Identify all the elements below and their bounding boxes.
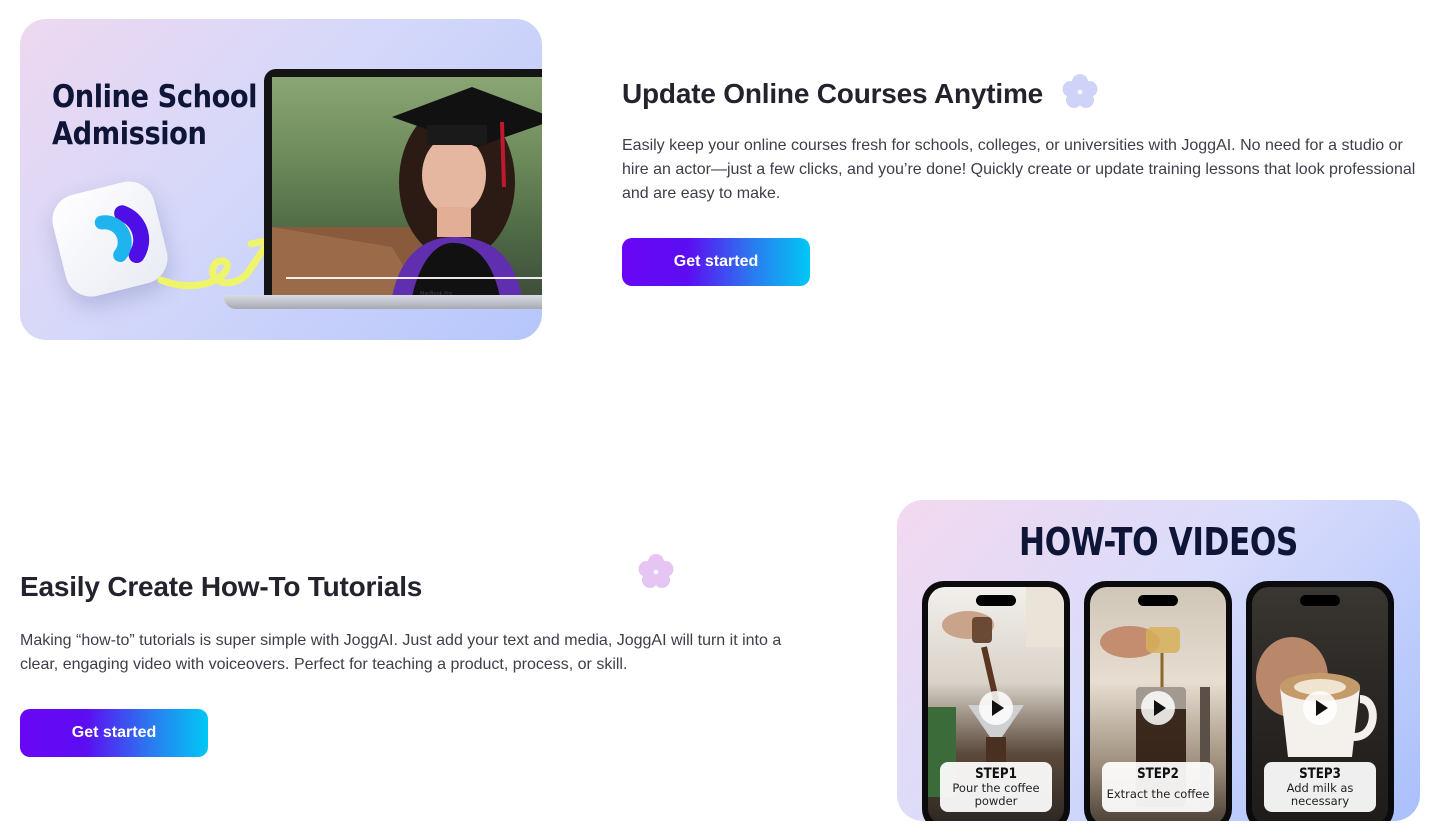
step-title: STEP2: [1137, 766, 1179, 782]
play-icon[interactable]: [1141, 691, 1175, 725]
laptop-brand-label: MacBook Pro: [420, 291, 453, 297]
play-icon[interactable]: [1303, 691, 1337, 725]
step-title: STEP3: [1299, 766, 1341, 782]
phone-notch: [1138, 595, 1178, 606]
phone-step-1: STEP1 Pour the coffee powder: [922, 581, 1070, 821]
section-heading: Update Online Courses Anytime: [622, 78, 1044, 109]
phone-step-2: STEP2 Extract the coffee: [1084, 581, 1232, 821]
phone-notch: [1300, 595, 1340, 606]
how-to-tutorials-text-block: Easily Create How-To Tutorials Making “h…: [20, 565, 820, 757]
phone-notch: [976, 595, 1016, 606]
step-card: STEP3 Add milk as necessary: [1264, 762, 1376, 812]
update-courses-text-block: Update Online Courses Anytime Easily kee…: [622, 72, 1422, 286]
card-title: Online School Admission: [52, 79, 258, 152]
get-started-button[interactable]: Get started: [20, 709, 208, 757]
step-description: Pour the coffee powder: [952, 781, 1040, 808]
section-description: Making “how-to” tutorials is super simpl…: [20, 632, 782, 673]
get-started-button[interactable]: Get started: [622, 238, 810, 286]
laptop-screen: [264, 69, 542, 297]
step-card: STEP2 Extract the coffee: [1102, 762, 1214, 812]
step-card: STEP1 Pour the coffee powder: [940, 762, 1052, 812]
laptop-base: [224, 295, 542, 309]
card-title: HOW-TO VIDEOS: [1019, 520, 1298, 564]
video-progress-bar[interactable]: [286, 277, 542, 279]
step-title: STEP1: [975, 766, 1017, 782]
graduate-video-thumbnail[interactable]: [272, 77, 542, 297]
step-description: Add milk as necessary: [1286, 781, 1354, 808]
step-description: Extract the coffee: [1106, 787, 1210, 801]
phone-step-3: STEP3 Add milk as necessary: [1246, 581, 1394, 821]
online-school-admission-card: Online School Admission MacBook Pro: [20, 19, 542, 340]
how-to-videos-card: HOW-TO VIDEOS STEP1 Pour the coffee powd…: [897, 500, 1420, 821]
section-description: Easily keep your online courses fresh fo…: [622, 137, 1416, 202]
play-icon[interactable]: [979, 691, 1013, 725]
section-heading: Easily Create How-To Tutorials: [20, 571, 423, 602]
